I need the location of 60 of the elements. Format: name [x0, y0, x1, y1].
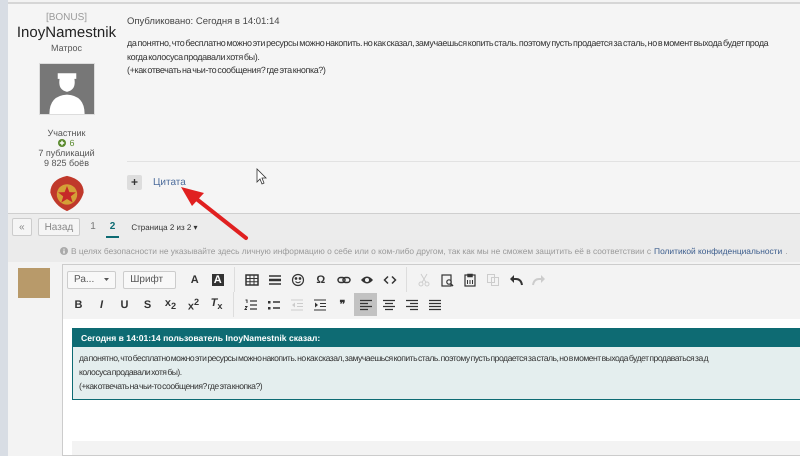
toolbar-button[interactable]: U [113, 293, 136, 316]
clipboard-icon [462, 272, 477, 286]
post-text: да понятно, что бесплатно можно эти ресурсы можно накопить. но как сказал, замучаешься копить сталь. поэтому пусть продается за сталь, но в момент выхода будет прода [127, 37, 770, 50]
toolbar-button[interactable]: x$_{2}$ [159, 293, 182, 316]
scissors-icon [416, 272, 431, 286]
quote-text: (+как отвечать на чьи-то сообщения? где эта кнопка?) [79, 380, 264, 393]
caret-icon [104, 278, 110, 281]
plus-icon [58, 139, 66, 148]
toolbar-button[interactable]: A [183, 268, 206, 291]
post-text: (+как отвечать на чьи-то сообщения? где эта кнопка?) [127, 64, 327, 77]
privacy-policy-link[interactable]: Политикой конфиденциальности [654, 246, 782, 256]
clipboard-icon [440, 272, 454, 286]
multiquote-button[interactable]: + [127, 174, 142, 190]
toolbar-button[interactable]: B [67, 293, 90, 316]
post-date: Опубликовано: Сегодня в 14:01:14 [127, 16, 281, 27]
battle-count: 9 825 боёв [44, 158, 89, 168]
avatar-silhouette [38, 63, 94, 116]
toolbar-button[interactable]: S [136, 293, 159, 316]
photo-placeholder [18, 268, 50, 298]
toolbar-button[interactable]: I [90, 293, 113, 316]
post-count: 7 публикаций [38, 148, 95, 158]
page-link[interactable]: 2 [106, 220, 120, 238]
username[interactable]: InoyNamestnik [16, 24, 116, 41]
cursor-icon [256, 168, 267, 185]
align-center-icon [382, 298, 396, 312]
text-editor[interactable] [62, 264, 800, 456]
align-right-icon [404, 298, 418, 312]
copy-icon [486, 272, 500, 286]
toolbar-button[interactable]: x$^{2}$ [182, 293, 205, 316]
toolbar-button[interactable]: T$_{x}$ [205, 293, 228, 316]
quote-text: колосуса продавали хотя бы). [79, 366, 183, 379]
outdent-icon [290, 298, 304, 312]
notice-end: . [785, 246, 788, 256]
table-icon [244, 272, 259, 286]
toolbar-button[interactable] [354, 293, 377, 316]
numbered-list-icon [244, 298, 258, 312]
privacy-notice: В целях безопасности не указывайте здесь личную информацию о себе или о ком-либо другом, так как мы не сможем защитить её в соответствии с [71, 246, 652, 256]
indent-icon [312, 298, 326, 312]
align-left-icon [358, 298, 372, 312]
dropdown[interactable]: Ра... [67, 270, 116, 288]
toolbar-button[interactable]: A [206, 268, 230, 291]
user-rank: Матрос [50, 43, 82, 53]
user-group: [BONUS] [46, 12, 88, 23]
toolbar-button[interactable]: Ω [309, 268, 332, 291]
page-link[interactable]: 1 [86, 220, 100, 238]
horizontal-line-icon [268, 272, 282, 286]
dropdown[interactable]: Шрифт [123, 270, 176, 288]
info-icon [60, 247, 68, 255]
redo-icon [532, 272, 546, 286]
toolbar-button[interactable]: ❞ [331, 293, 354, 316]
quote-text: да понятно, что бесплатно можно эти ресурсы можно накопить. но как сказал, замучаешься копить сталь. поэтому пусть продается за сталь, но в момент выхода будет продаваться за д [79, 352, 710, 365]
quote-header: Сегодня в 14:01:14 пользователь InoyNamestnik сказал: [73, 329, 800, 347]
reputation-count: 6 [69, 138, 74, 148]
undo-icon [508, 272, 523, 286]
post-text: когда колосуса продавали хотя бы). [127, 50, 260, 64]
smiley-icon [290, 272, 305, 286]
quote-link[interactable]: Цитата [153, 176, 186, 188]
user-role: Участник [48, 128, 86, 138]
justify-icon [428, 298, 442, 312]
page-menu[interactable]: Страница 2 из 2 ▾ [131, 222, 198, 232]
